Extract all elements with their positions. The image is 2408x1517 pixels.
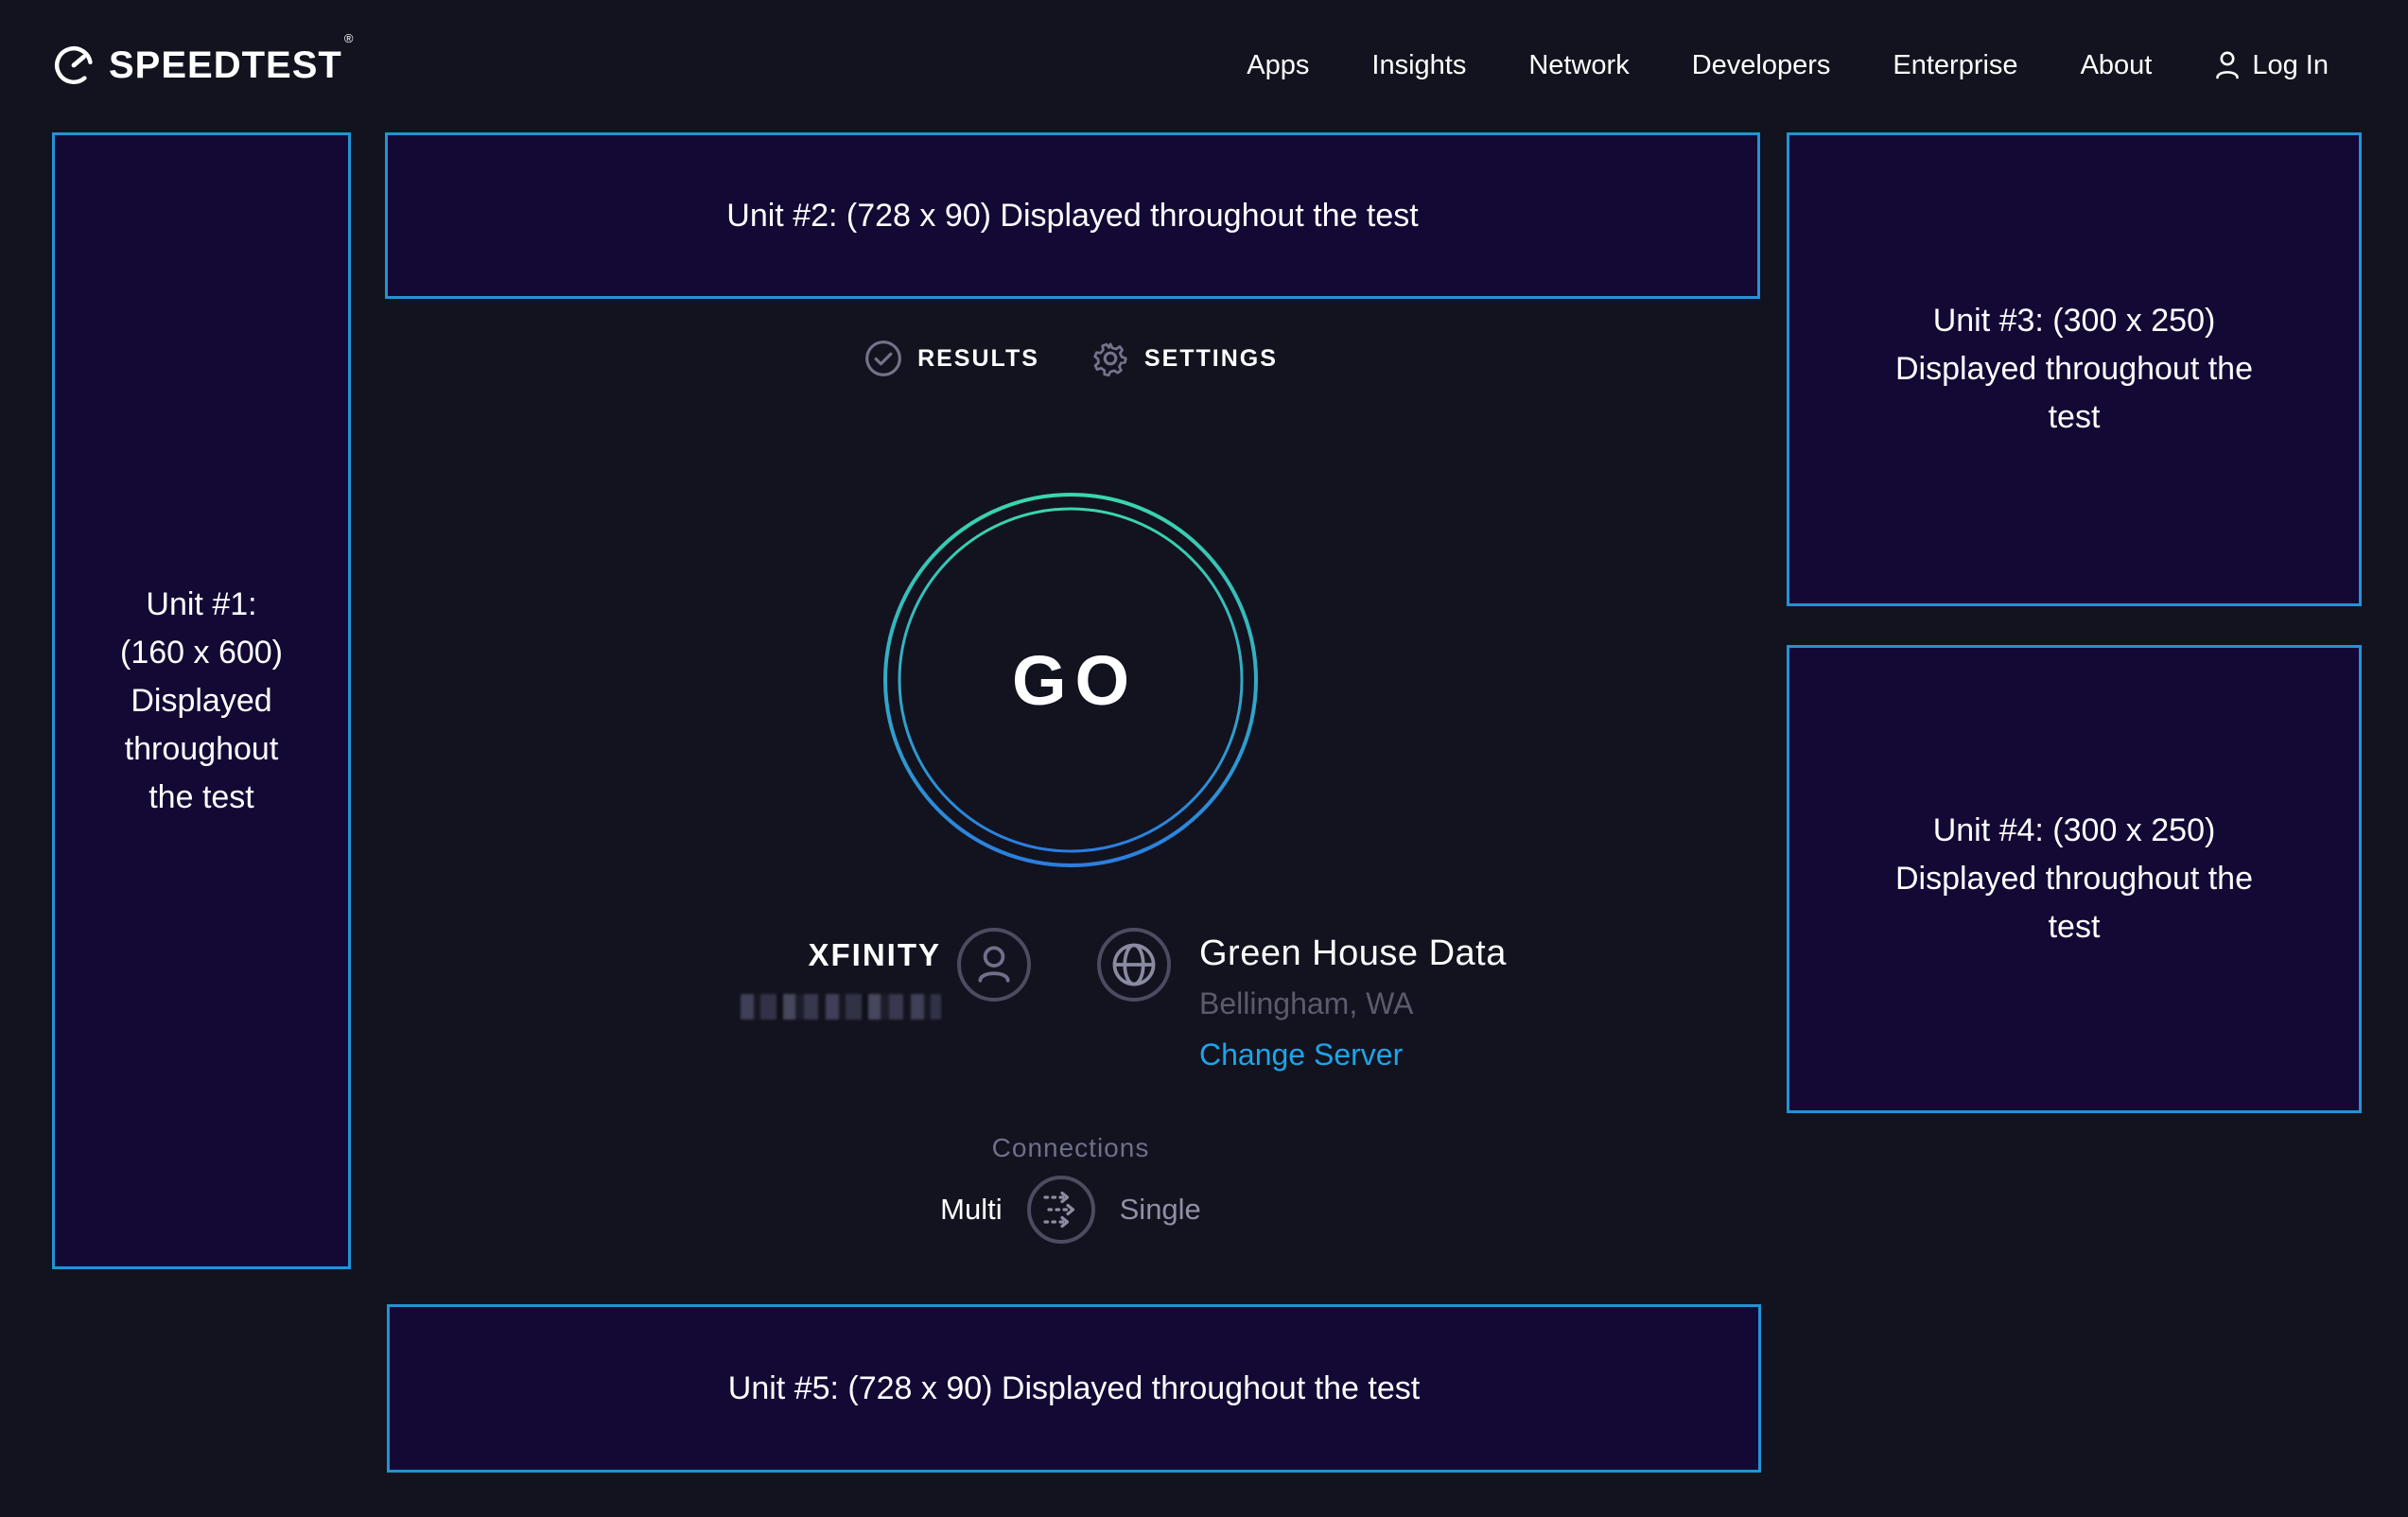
isp-user-badge[interactable]: [957, 928, 1031, 1002]
logo-trademark: ®: [344, 31, 354, 45]
isp-ip-redacted: [741, 994, 941, 1020]
logo-text: SPEEDTEST: [109, 44, 342, 86]
go-button-label: GO: [881, 491, 1260, 869]
go-button[interactable]: GO: [881, 491, 1260, 869]
server-info: Green House Data Bellingham, WA Change S…: [1199, 933, 1507, 1072]
speedtest-page: SPEEDTEST® Apps Insights Network Develop…: [0, 0, 2408, 1517]
ad-unit-5: Unit #5: (728 x 90) Displayed throughout…: [387, 1304, 1761, 1473]
nav-item-about[interactable]: About: [2081, 50, 2153, 81]
ad-unit-5-text: Unit #5: (728 x 90) Displayed throughout…: [728, 1365, 1420, 1413]
tab-results-label: RESULTS: [917, 345, 1039, 373]
speedtest-logo[interactable]: SPEEDTEST®: [52, 44, 351, 87]
check-circle-icon: [864, 339, 903, 378]
login-button[interactable]: Log In: [2214, 50, 2329, 81]
user-icon: [2214, 50, 2241, 80]
connections-toggle-row: Multi Single: [881, 1176, 1260, 1244]
tab-settings-label: SETTINGS: [1144, 345, 1278, 373]
top-nav-bar: SPEEDTEST® Apps Insights Network Develop…: [0, 0, 2408, 131]
tab-results[interactable]: RESULTS: [864, 339, 1039, 378]
nav-item-enterprise[interactable]: Enterprise: [1893, 50, 2017, 81]
server-globe-badge: [1097, 928, 1171, 1002]
person-icon: [974, 943, 1014, 986]
ad-unit-3-text: Unit #3: (300 x 250) Displayed throughou…: [1889, 297, 2260, 442]
ad-unit-1: Unit #1: (160 x 600) Displayed throughou…: [52, 132, 351, 1269]
nav-item-network[interactable]: Network: [1528, 50, 1629, 81]
nav-item-apps[interactable]: Apps: [1247, 50, 1309, 81]
nav-item-developers[interactable]: Developers: [1692, 50, 1831, 81]
change-server-link[interactable]: Change Server: [1199, 1037, 1403, 1072]
ad-unit-3: Unit #3: (300 x 250) Displayed throughou…: [1787, 132, 2362, 606]
server-name: Green House Data: [1199, 933, 1507, 974]
login-label: Log In: [2252, 50, 2329, 81]
connections-option-multi[interactable]: Multi: [940, 1193, 1002, 1227]
speedometer-icon: [52, 44, 96, 87]
ad-unit-4-text: Unit #4: (300 x 250) Displayed throughou…: [1889, 807, 2260, 951]
globe-icon: [1109, 940, 1159, 989]
connections-label: Connections: [881, 1133, 1260, 1163]
multi-arrows-icon: [1039, 1190, 1083, 1229]
connections-toggle-button[interactable]: [1027, 1176, 1095, 1244]
ad-unit-2-text: Unit #2: (728 x 90) Displayed throughout…: [726, 192, 1418, 240]
ad-unit-1-text: Unit #1: (160 x 600) Displayed throughou…: [111, 581, 292, 822]
connections-option-single[interactable]: Single: [1120, 1193, 1201, 1227]
isp-name: XFINITY: [808, 937, 941, 973]
nav-item-insights[interactable]: Insights: [1371, 50, 1466, 81]
gear-icon: [1091, 339, 1130, 378]
ad-unit-2: Unit #2: (728 x 90) Displayed throughout…: [385, 132, 1760, 299]
view-tabs: RESULTS SETTINGS: [881, 339, 1260, 378]
tab-settings[interactable]: SETTINGS: [1091, 339, 1278, 378]
main-nav: Apps Insights Network Developers Enterpr…: [1247, 50, 2329, 81]
ad-unit-4: Unit #4: (300 x 250) Displayed throughou…: [1787, 645, 2362, 1113]
server-location: Bellingham, WA: [1199, 985, 1507, 1021]
